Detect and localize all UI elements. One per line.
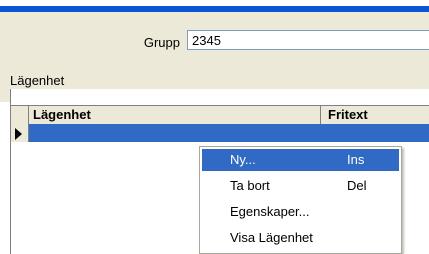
selected-row-cells[interactable] [29,124,429,142]
current-row-arrow-icon [15,128,22,140]
menu-item-label: Visa Lägenhet [230,230,313,245]
table-row[interactable] [11,124,429,142]
grid-header: Lägenhet Fritext [11,105,429,125]
column-header-fritext[interactable]: Fritext [322,106,429,124]
menu-item-shortcut: Ins [347,152,365,167]
grupp-input[interactable]: 2345 [187,30,429,50]
window: Grupp 2345 Lägenhet Lägenhet Fritext Ny.… [0,0,429,254]
menu-item-label: Ny... [230,152,256,167]
menu-item-ny[interactable]: Ny... Ins [202,149,399,171]
grupp-label: Grupp [143,35,180,50]
menu-item-egenskaper[interactable]: Egenskaper... [202,201,399,223]
menu-item-shortcut: Del [347,178,367,193]
header-indicator-cell [11,106,29,124]
column-header-lagenhet[interactable]: Lägenhet [29,106,321,124]
menu-item-visa-lagenhet[interactable]: Visa Lägenhet [202,227,399,249]
section-label: Lägenhet [10,73,65,88]
menu-item-ta-bort[interactable]: Ta bort Del [202,175,399,197]
menu-item-label: Ta bort [230,178,270,193]
row-indicator[interactable] [11,124,29,142]
context-menu: Ny... Ins Ta bort Del Egenskaper... Visa… [199,146,402,254]
menu-item-label: Egenskaper... [230,204,310,219]
